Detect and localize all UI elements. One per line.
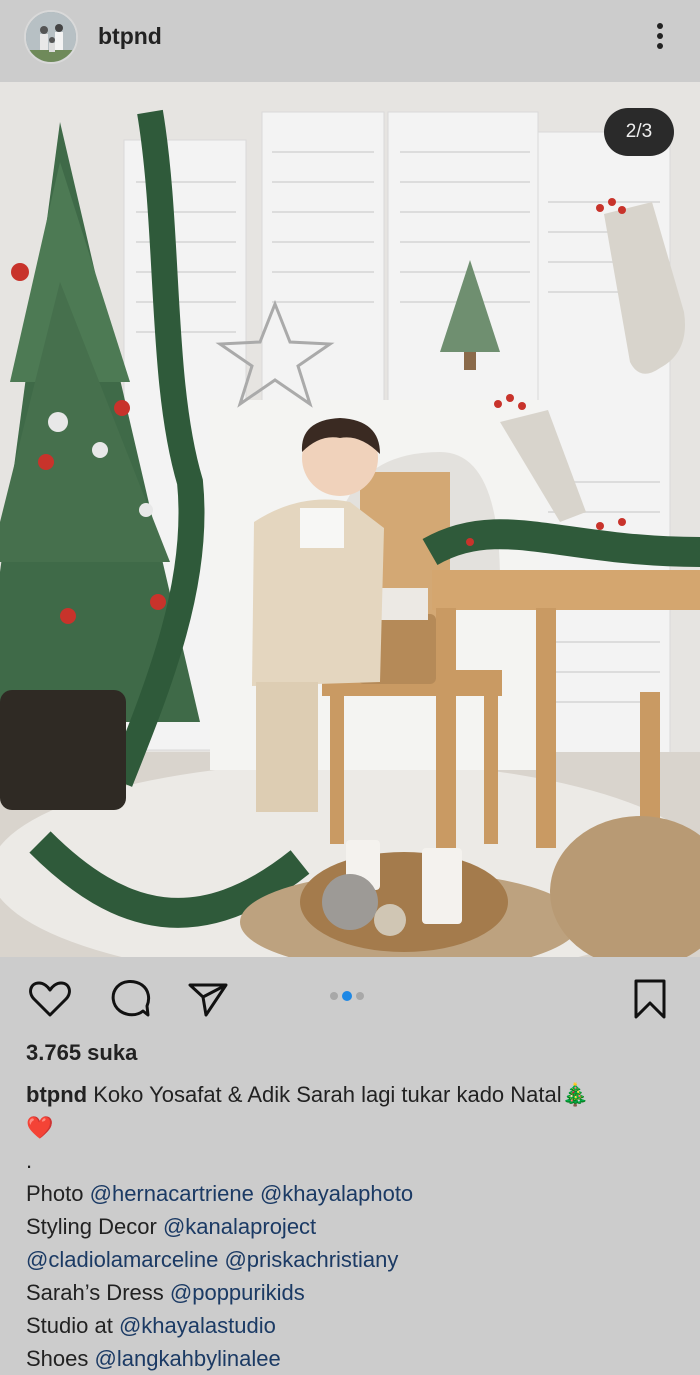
heart-icon[interactable] [26, 975, 74, 1023]
credit-line-studio: Studio at @khayalastudio [26, 1309, 666, 1342]
caption-text: Koko Yosafat & Adik Sarah lagi tukar kad… [93, 1082, 562, 1107]
credit-line-shoes: Shoes @langkahbylinalee [26, 1342, 666, 1375]
mention-link[interactable]: @poppurikids [170, 1280, 305, 1305]
username[interactable]: btpnd [98, 23, 162, 50]
mention-link[interactable]: @khayalaphoto [260, 1181, 413, 1206]
avatar[interactable] [24, 10, 78, 64]
action-bar [0, 957, 700, 1037]
credit-line-styling: Styling Decor @kanalaproject [26, 1210, 666, 1243]
post-header: btpnd [0, 0, 700, 82]
carousel-dots [330, 991, 364, 1001]
likes-count[interactable]: 3.765 suka [26, 1040, 137, 1066]
credit-label: Shoes [26, 1346, 89, 1371]
post-photo[interactable]: 2/3 [0, 82, 700, 957]
mention-link[interactable]: @priskachristiany [224, 1247, 398, 1272]
carousel-dot [330, 992, 338, 1000]
christmas-scene-image [0, 82, 700, 957]
credit-label: Studio at [26, 1313, 113, 1338]
heart-emoji: ❤️ [26, 1115, 54, 1140]
credit-label: Photo [26, 1181, 84, 1206]
carousel-dot [356, 992, 364, 1000]
comment-bubble-icon[interactable] [106, 975, 154, 1023]
caption-separator: . [26, 1148, 33, 1173]
mention-link[interactable]: @hernacartriene [90, 1181, 254, 1206]
carousel-dot-active [342, 991, 352, 1001]
credit-line-dress: Sarah’s Dress @poppurikids [26, 1276, 666, 1309]
mention-link[interactable]: @khayalastudio [119, 1313, 276, 1338]
mention-link[interactable]: @langkahbylinalee [95, 1346, 281, 1371]
mention-link[interactable]: @kanalaproject [163, 1214, 316, 1239]
paper-plane-icon[interactable] [184, 975, 232, 1023]
caption-username[interactable]: btpnd [26, 1082, 87, 1107]
credit-label: Styling Decor [26, 1214, 157, 1239]
image-counter-badge: 2/3 [604, 108, 674, 156]
christmas-tree-emoji: 🎄 [561, 1082, 590, 1107]
vertical-dots-icon[interactable] [646, 18, 674, 58]
credit-line-photo: Photo @hernacartriene @khayalaphoto [26, 1177, 666, 1210]
credit-label: Sarah’s Dress [26, 1280, 164, 1305]
mention-link[interactable]: @cladiolamarceline [26, 1247, 218, 1272]
credit-line-stylists: @cladiolamarceline @priskachristiany [26, 1243, 666, 1276]
bookmark-icon[interactable] [626, 975, 674, 1023]
caption: btpnd Koko Yosafat & Adik Sarah lagi tuk… [26, 1078, 666, 1375]
